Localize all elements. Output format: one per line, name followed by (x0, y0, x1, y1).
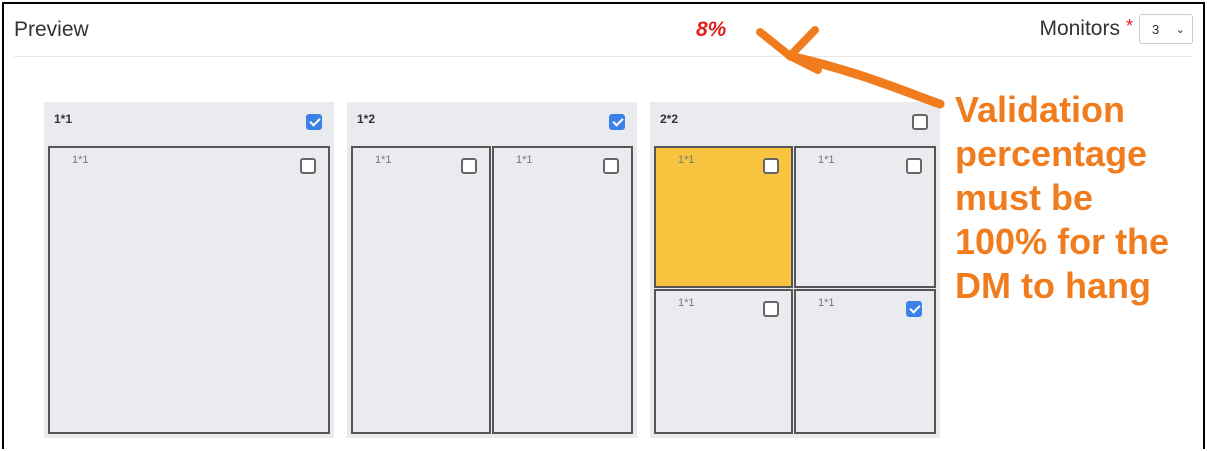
annotation-text: Validation percentage must be 100% for t… (955, 89, 1170, 306)
